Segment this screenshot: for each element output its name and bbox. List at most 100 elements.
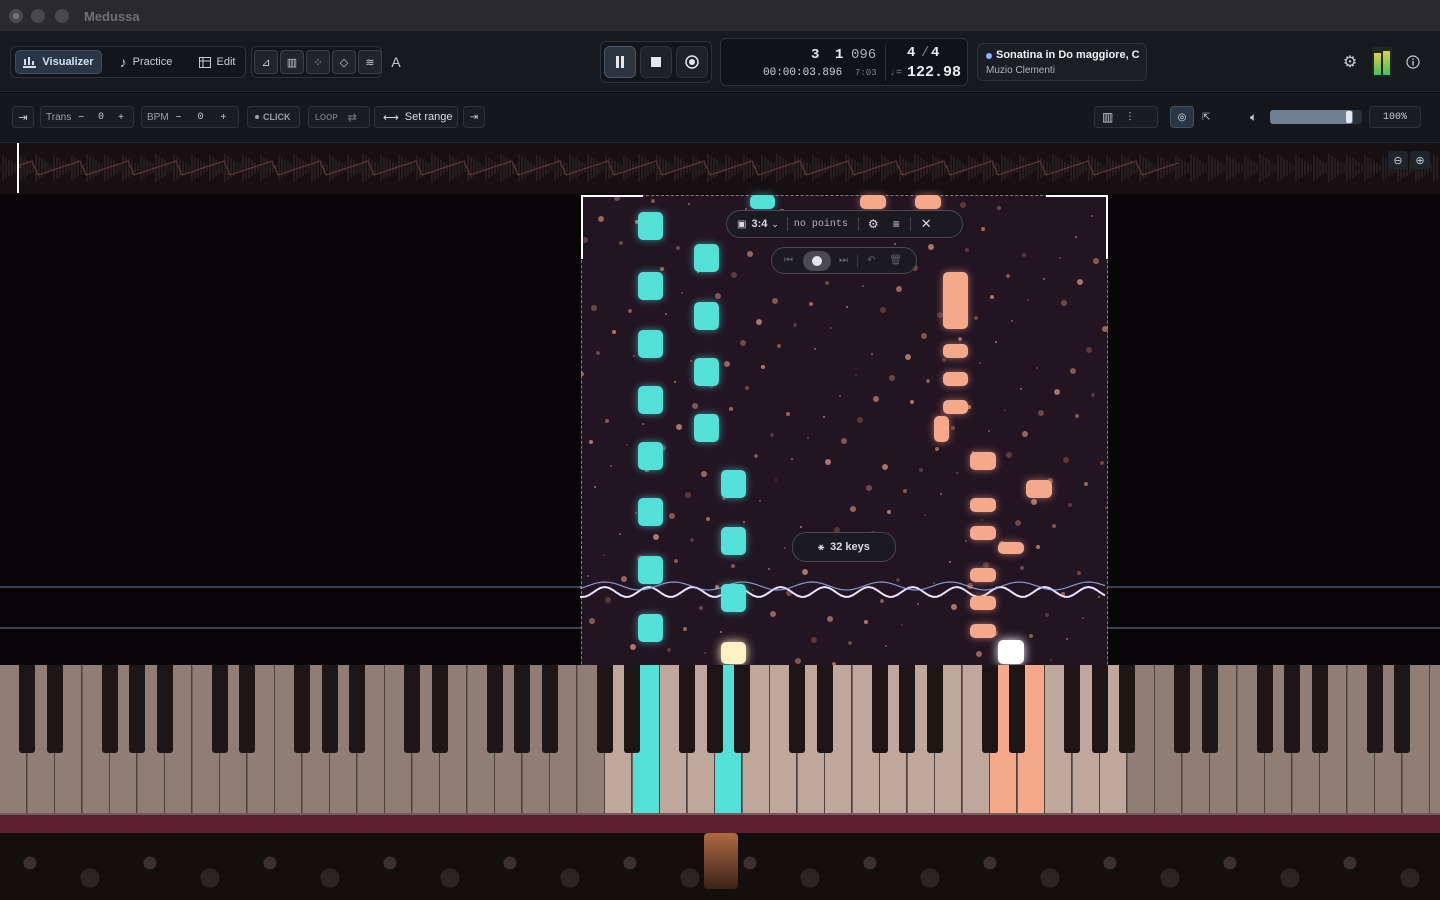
black-key[interactable] — [129, 665, 145, 753]
popout-icon[interactable]: ⇱ — [1202, 112, 1210, 123]
undo-icon[interactable]: ↶ — [867, 255, 875, 266]
bpm-increment[interactable]: + — [221, 112, 227, 123]
black-key[interactable] — [1256, 665, 1273, 753]
black-key[interactable] — [734, 665, 750, 753]
chevron-down-icon[interactable]: ⌄ — [771, 219, 779, 230]
black-key[interactable] — [679, 665, 695, 753]
black-key[interactable] — [321, 665, 338, 753]
black-key[interactable] — [1174, 665, 1190, 753]
keys-badge[interactable]: ⚹ 32 keys — [792, 532, 896, 562]
bpm-value[interactable]: 0 — [198, 112, 204, 123]
black-key[interactable] — [1009, 665, 1025, 753]
range-end-button[interactable]: ⇥ — [463, 106, 485, 128]
transpose-label: Trans — [46, 111, 72, 123]
range-end-icon: ⇥ — [469, 111, 479, 123]
close-icon[interactable]: ✕ — [921, 216, 932, 232]
crop-corner-tr[interactable] — [1046, 195, 1108, 259]
black-key[interactable] — [1201, 665, 1218, 753]
record-button[interactable] — [676, 46, 708, 78]
piano-keyboard[interactable] — [0, 665, 1440, 815]
loop-toggle-icon[interactable]: ⇄ — [348, 111, 357, 124]
white-key[interactable] — [1430, 665, 1440, 813]
visualizer-tab[interactable]: Visualizer — [15, 50, 102, 74]
zoom-in-icon[interactable]: ⊕ — [1410, 151, 1430, 169]
black-key[interactable] — [211, 665, 228, 753]
black-key[interactable] — [486, 665, 503, 753]
song-info[interactable]: Sonatina in Do maggiore, C Muzio Clement… — [977, 43, 1147, 81]
black-key[interactable] — [349, 665, 365, 753]
zoom-window-button[interactable] — [55, 9, 69, 23]
black-key[interactable] — [404, 665, 420, 753]
volume-slider[interactable] — [1270, 110, 1362, 124]
bars-style-icon[interactable]: ▥ — [280, 50, 304, 74]
bpm-decrement[interactable]: − — [176, 112, 182, 123]
sustain-pedal[interactable] — [704, 833, 738, 889]
tempo-symbol: ♩= — [890, 68, 903, 79]
black-key[interactable] — [1064, 665, 1080, 753]
black-key[interactable] — [1366, 665, 1383, 753]
black-key[interactable] — [981, 665, 998, 753]
black-key[interactable] — [624, 665, 640, 753]
black-key[interactable] — [239, 665, 255, 753]
zoom-out-icon[interactable]: ⊖ — [1388, 151, 1408, 169]
transpose-decrement[interactable]: − — [78, 112, 84, 123]
black-key[interactable] — [156, 665, 173, 753]
close-window-button[interactable] — [9, 9, 23, 23]
black-key[interactable] — [1091, 665, 1108, 753]
wave-style-icon[interactable]: ≋ — [358, 50, 382, 74]
volume-thumb[interactable] — [1345, 111, 1352, 123]
black-key[interactable] — [1284, 665, 1300, 753]
black-key[interactable] — [431, 665, 448, 753]
duration-time: 7:03 — [855, 68, 877, 78]
aspect-select[interactable]: 3:4 — [751, 218, 767, 230]
mixer-sliders-icon[interactable]: ⫶ — [1128, 110, 1131, 125]
black-key[interactable] — [1394, 665, 1410, 753]
black-key[interactable] — [596, 665, 613, 753]
piano-keys-icon[interactable]: ▥ — [1102, 110, 1113, 124]
black-key[interactable] — [19, 665, 35, 753]
black-key[interactable] — [899, 665, 915, 753]
skip-back-icon[interactable]: ⏮︎ — [784, 255, 793, 266]
waterfall-style-icon[interactable]: ⊿ — [254, 50, 278, 74]
black-key[interactable] — [1119, 665, 1135, 753]
tempo-value: 122.98 — [907, 64, 962, 81]
black-key[interactable] — [541, 665, 558, 753]
screenshot-icon[interactable]: ◎ — [1170, 106, 1194, 128]
info-icon[interactable] — [1401, 50, 1425, 74]
black-key[interactable] — [101, 665, 118, 753]
skip-to-end-button[interactable]: ⇥ — [12, 106, 34, 128]
stop-button[interactable] — [640, 46, 672, 78]
transpose-increment[interactable]: + — [118, 112, 124, 123]
record-point-button[interactable] — [803, 250, 831, 271]
edit-tab[interactable]: Edit — [191, 50, 243, 74]
black-key[interactable] — [294, 665, 310, 753]
zoom-level[interactable]: 100% — [1369, 106, 1421, 128]
black-key[interactable] — [706, 665, 723, 753]
black-key[interactable] — [46, 665, 63, 753]
record-point-icon — [812, 255, 822, 266]
trash-icon[interactable]: 🗑︎ — [889, 255, 902, 266]
list-settings-icon[interactable]: ≡ — [893, 217, 900, 231]
left-hand-note — [638, 386, 663, 414]
font-button[interactable]: A — [387, 51, 405, 73]
gear-icon[interactable]: ⚙ — [868, 217, 879, 231]
crop-corner-tl[interactable] — [581, 195, 643, 259]
black-key[interactable] — [816, 665, 833, 753]
speaker-icon[interactable]: 🔈︎ — [1250, 110, 1257, 125]
skip-forward-icon[interactable]: ⏭︎ — [839, 255, 848, 266]
black-key[interactable] — [1311, 665, 1328, 753]
black-key[interactable] — [514, 665, 530, 753]
set-range-button[interactable]: ⟷ Set range — [374, 106, 458, 128]
click-toggle[interactable]: CLICK — [247, 106, 300, 128]
particles-style-icon[interactable]: ⁘ — [306, 50, 330, 74]
transpose-value[interactable]: 0 — [98, 112, 104, 123]
black-key[interactable] — [926, 665, 943, 753]
black-key[interactable] — [871, 665, 888, 753]
black-key[interactable] — [789, 665, 805, 753]
pause-button[interactable] — [604, 46, 636, 78]
minimize-window-button[interactable] — [31, 9, 45, 23]
diamond-style-icon[interactable]: ◇ — [332, 50, 356, 74]
song-overview[interactable]: ⊖ ⊕ — [0, 143, 1440, 194]
gear-icon[interactable]: ⚙ — [1338, 50, 1362, 74]
practice-tab[interactable]: ♪ Practice — [111, 50, 181, 74]
